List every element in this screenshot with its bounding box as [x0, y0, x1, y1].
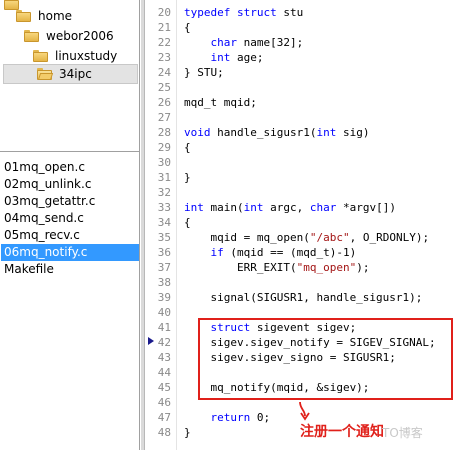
code-text: { — [184, 216, 191, 229]
highlight-box — [198, 318, 453, 400]
code-line[interactable]: 22 char name[32]; — [145, 35, 463, 50]
line-number: 37 — [157, 261, 171, 274]
code-text: { — [184, 141, 191, 154]
tree-item-label: home — [38, 9, 73, 23]
current-line-marker-icon — [148, 337, 154, 345]
code-line[interactable]: 27 — [145, 110, 463, 125]
code-line[interactable]: 23 int age; — [145, 50, 463, 65]
tree-item-label: linuxstudy — [55, 49, 118, 63]
code-text: } STU; — [184, 66, 224, 79]
file-item-makefile[interactable]: Makefile — [1, 261, 139, 278]
line-number: 41 — [157, 321, 171, 334]
annotation-label: 注册一个通知 — [300, 424, 384, 440]
tree-item-label: 34ipc — [59, 67, 92, 81]
line-number: 26 — [157, 96, 171, 109]
folder-icon — [33, 50, 48, 62]
code-line[interactable]: 25 — [145, 80, 463, 95]
line-number: 34 — [157, 216, 171, 229]
tree-item-home[interactable]: home — [16, 6, 136, 26]
tree-item-linuxstudy[interactable]: linuxstudy — [33, 46, 138, 66]
line-number: 24 — [157, 66, 171, 79]
tree-item-label: webor2006 — [46, 29, 114, 43]
line-number: 40 — [157, 306, 171, 319]
line-number: 23 — [157, 51, 171, 64]
code-text: mqd_t mqid; — [184, 96, 257, 109]
code-line[interactable]: 34 { — [145, 215, 463, 230]
line-number: 35 — [157, 231, 171, 244]
code-line[interactable]: 26 mqd_t mqid; — [145, 95, 463, 110]
tree-item-34ipc[interactable]: 34ipc — [3, 64, 138, 84]
code-text: int age; — [210, 51, 264, 64]
code-text: void handle_sigusr1(int sig) — [184, 126, 370, 139]
code-text: signal(SIGUSR1, handle_sigusr1); — [184, 291, 423, 304]
code-line[interactable]: 38 — [145, 275, 463, 290]
line-number: 45 — [157, 381, 171, 394]
code-line[interactable]: 24 } STU; — [145, 65, 463, 80]
line-number: 32 — [157, 186, 171, 199]
code-text: { — [184, 21, 191, 34]
line-number: 20 — [157, 6, 171, 19]
code-text: mqid = mq_open("/abc", O_RDONLY); — [184, 231, 430, 244]
code-line[interactable]: 32 — [145, 185, 463, 200]
code-text: if (mqid == (mqd_t)-1) — [210, 246, 357, 259]
code-line[interactable]: 21 { — [145, 20, 463, 35]
code-line[interactable]: 36 if (mqid == (mqd_t)-1) — [145, 245, 463, 260]
line-number: 28 — [157, 126, 171, 139]
line-number: 31 — [157, 171, 171, 184]
line-number: 21 — [157, 21, 171, 34]
code-line[interactable]: 33 int main(int argc, char *argv[]) — [145, 200, 463, 215]
line-number: 43 — [157, 351, 171, 364]
code-line[interactable]: 39 signal(SIGUSR1, handle_sigusr1); — [145, 290, 463, 305]
code-text: } — [184, 171, 191, 184]
line-number: 36 — [157, 246, 171, 259]
watermark: TO博客 — [382, 426, 423, 440]
folder-icon — [16, 10, 31, 22]
file-list: 01mq_open.c 02mq_unlink.c 03mq_getattr.c… — [0, 151, 140, 450]
code-text: int main(int argc, char *argv[]) — [184, 201, 396, 214]
code-text: typedef struct stu — [184, 6, 304, 19]
folder-open-icon — [37, 68, 54, 80]
code-text: return 0; — [210, 411, 271, 424]
code-text: ERR_EXIT("mq_open"); — [184, 261, 370, 274]
file-item-04mq-send[interactable]: 04mq_send.c — [1, 210, 139, 227]
folder-tree: home webor2006 linuxstudy 34ipc — [0, 0, 140, 151]
code-line[interactable]: 35 mqid = mq_open("/abc", O_RDONLY); — [145, 230, 463, 245]
line-number: 48 — [157, 426, 171, 439]
folder-icon — [24, 30, 39, 42]
code-text: } — [184, 426, 191, 439]
line-number: 33 — [157, 201, 171, 214]
file-item-05mq-recv[interactable]: 05mq_recv.c — [1, 227, 139, 244]
tree-item-webor2006[interactable]: webor2006 — [24, 26, 138, 46]
code-line[interactable]: 20 typedef struct stu — [145, 5, 463, 20]
line-number: 25 — [157, 81, 171, 94]
line-number: 30 — [157, 156, 171, 169]
line-number: 22 — [157, 36, 171, 49]
code-line[interactable]: 30 — [145, 155, 463, 170]
line-number: 47 — [157, 411, 171, 424]
line-number: 38 — [157, 276, 171, 289]
code-line[interactable]: 29 { — [145, 140, 463, 155]
file-item-06mq-notify[interactable]: 06mq_notify.c — [1, 244, 139, 261]
line-number: 39 — [157, 291, 171, 304]
code-line[interactable]: 37 ERR_EXIT("mq_open"); — [145, 260, 463, 275]
file-item-01mq-open[interactable]: 01mq_open.c — [1, 159, 139, 176]
line-number: 29 — [157, 141, 171, 154]
line-number: 46 — [157, 396, 171, 409]
code-text: char name[32]; — [210, 36, 304, 49]
line-number: 27 — [157, 111, 171, 124]
code-line[interactable]: 28 void handle_sigusr1(int sig) — [145, 125, 463, 140]
arrow-down-icon — [299, 401, 310, 421]
file-item-02mq-unlink[interactable]: 02mq_unlink.c — [1, 176, 139, 193]
file-item-03mq-getattr[interactable]: 03mq_getattr.c — [1, 193, 139, 210]
code-line[interactable]: 31} — [145, 170, 463, 185]
line-number: 44 — [157, 366, 171, 379]
